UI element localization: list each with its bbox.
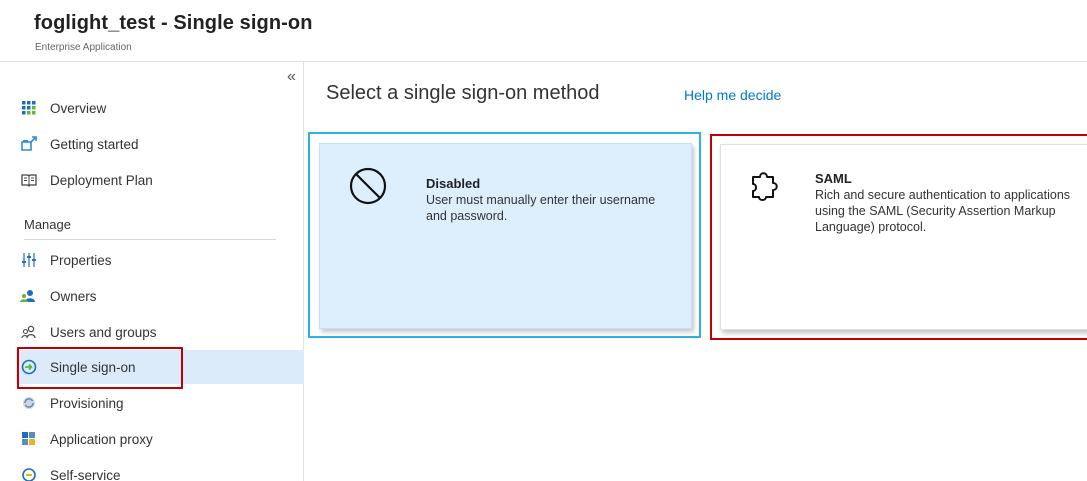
sidebar-item-label: Users and groups bbox=[50, 324, 157, 340]
page-subtitle: Enterprise Application bbox=[35, 42, 132, 53]
owners-icon bbox=[20, 287, 38, 305]
sidebar-item-label: Deployment Plan bbox=[50, 172, 153, 188]
saml-card-highlight-frame: SAML Rich and secure authentication to a… bbox=[710, 134, 1087, 340]
self-service-icon bbox=[20, 466, 38, 481]
sidebar-item-label: Owners bbox=[50, 288, 97, 304]
card-description: Rich and secure authentication to applic… bbox=[815, 188, 1071, 234]
section-divider bbox=[24, 239, 276, 240]
page-title: foglight_test - Single sign-on bbox=[34, 12, 313, 34]
sidebar-item-getting-started[interactable]: Getting started bbox=[20, 127, 304, 161]
sidebar-item-provisioning[interactable]: Provisioning bbox=[20, 386, 304, 420]
card-description: User must manually enter their username … bbox=[426, 193, 656, 223]
collapse-sidebar-button[interactable]: « bbox=[287, 68, 296, 86]
disabled-card-selection-frame: Disabled User must manually enter their … bbox=[308, 132, 701, 338]
sidebar: « Overview Getting started Deployment Pl… bbox=[0, 62, 304, 481]
sidebar-item-label: Provisioning bbox=[50, 395, 124, 411]
section-heading: Select a single sign-on method bbox=[326, 82, 600, 104]
sidebar-item-application-proxy[interactable]: Application proxy bbox=[20, 422, 304, 456]
sidebar-item-deployment-plan[interactable]: Deployment Plan bbox=[20, 163, 304, 197]
overview-icon bbox=[20, 99, 38, 117]
sidebar-item-label: Self-service bbox=[50, 467, 121, 481]
sidebar-item-label: Properties bbox=[50, 252, 112, 268]
card-title: Disabled bbox=[426, 176, 481, 191]
blade-header: foglight_test - Single sign-on Enterpris… bbox=[0, 0, 1087, 62]
sidebar-item-label: Single sign-on bbox=[50, 359, 136, 375]
disabled-method-card[interactable]: Disabled User must manually enter their … bbox=[319, 143, 692, 329]
sso-icon bbox=[20, 358, 38, 376]
sidebar-item-label: Getting started bbox=[50, 136, 139, 152]
getting-started-icon bbox=[20, 135, 38, 153]
users-icon bbox=[20, 323, 38, 341]
disabled-icon bbox=[346, 164, 390, 208]
puzzle-icon bbox=[745, 167, 789, 211]
card-title: SAML bbox=[815, 171, 852, 186]
properties-icon bbox=[20, 251, 38, 269]
sidebar-item-owners[interactable]: Owners bbox=[20, 279, 304, 313]
book-icon bbox=[20, 171, 38, 189]
saml-method-card[interactable]: SAML Rich and secure authentication to a… bbox=[720, 144, 1087, 330]
help-me-decide-link[interactable]: Help me decide bbox=[684, 87, 781, 103]
app-proxy-icon bbox=[20, 430, 38, 448]
sidebar-item-properties[interactable]: Properties bbox=[20, 243, 304, 277]
provisioning-icon bbox=[20, 394, 38, 412]
sidebar-item-label: Overview bbox=[50, 100, 107, 116]
section-label-manage: Manage bbox=[24, 217, 71, 232]
sidebar-item-self-service[interactable]: Self-service bbox=[20, 458, 304, 481]
sidebar-item-label: Application proxy bbox=[50, 431, 153, 447]
sidebar-item-overview[interactable]: Overview bbox=[20, 91, 304, 125]
sidebar-item-users-and-groups[interactable]: Users and groups bbox=[20, 315, 304, 349]
sidebar-item-single-sign-on[interactable]: Single sign-on bbox=[16, 347, 304, 389]
